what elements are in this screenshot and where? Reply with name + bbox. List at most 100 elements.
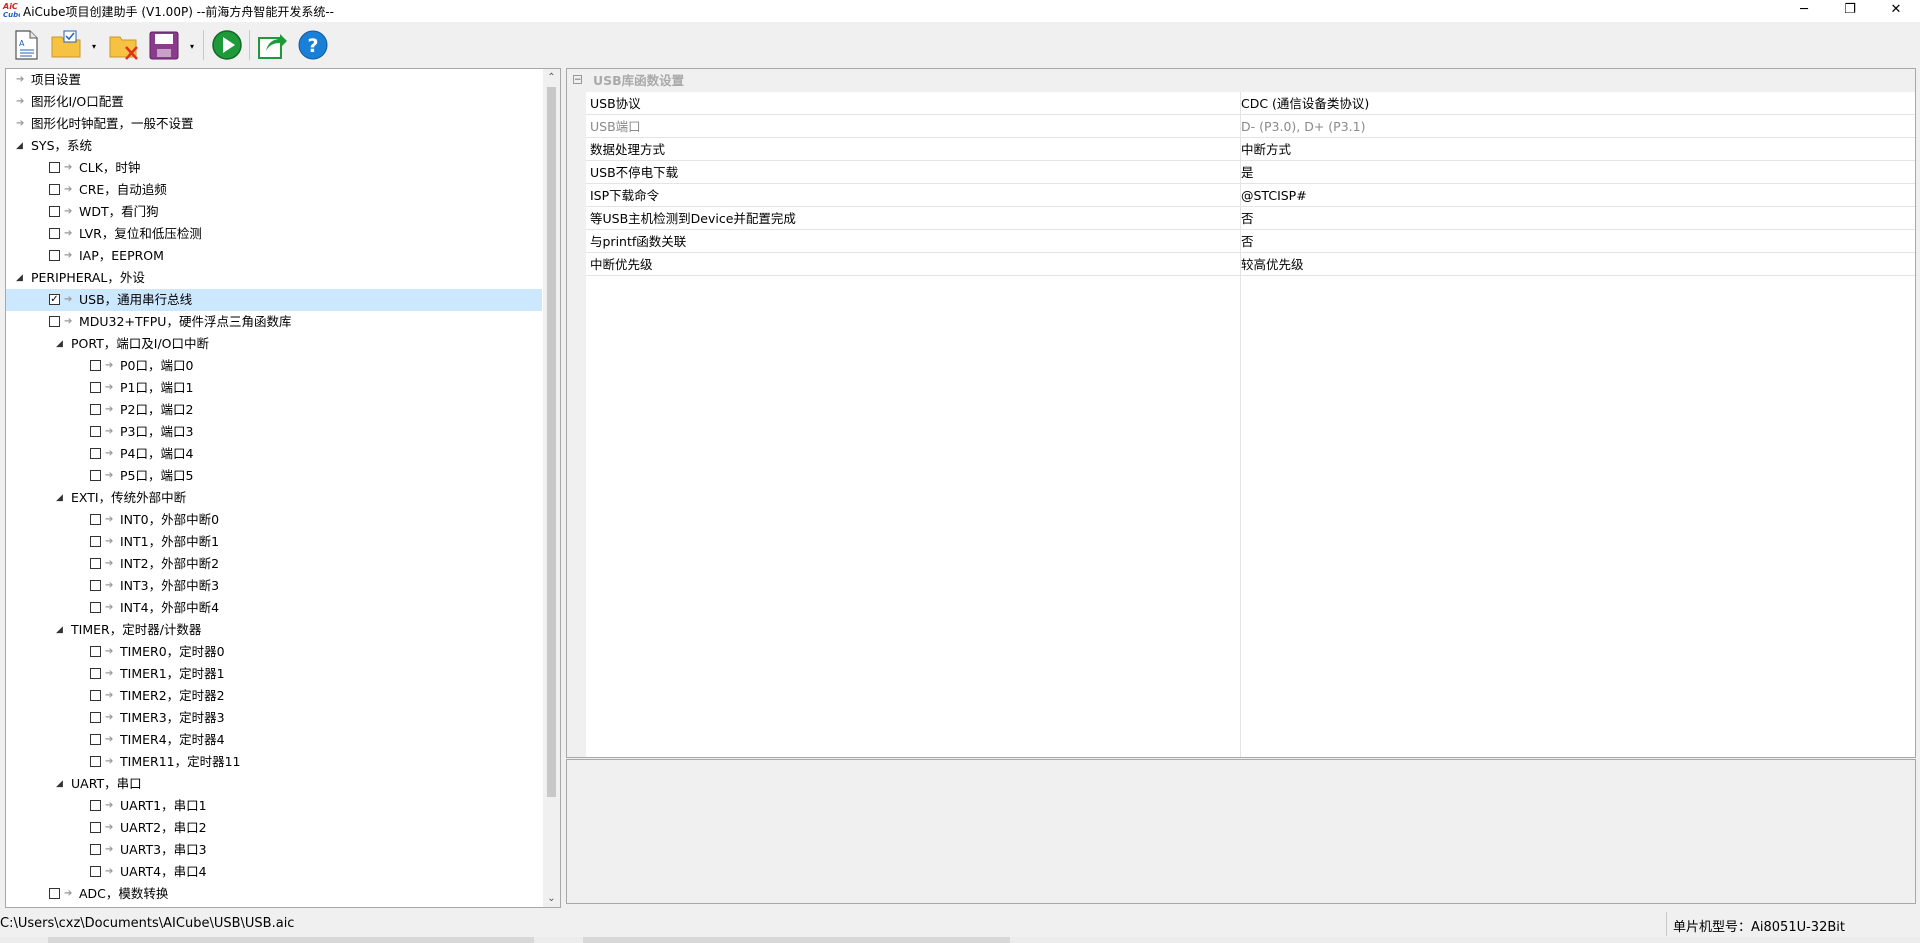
tree-item[interactable]: ➔ 项目设置 [6,69,542,91]
property-row[interactable]: USB不停电下载 是 [586,161,1915,184]
tree-item[interactable]: ➔ TIMER4，定时器4 [6,729,542,751]
save-button[interactable] [148,28,180,62]
tree-item[interactable]: ➔ 图形化时钟配置，一般不设置 [6,113,542,135]
tree-item-checkbox[interactable] [90,382,101,393]
tree-item[interactable]: ➔ ADC，模数转换 [6,883,542,905]
tree-item-checkbox[interactable] [49,228,60,239]
property-row[interactable]: USB协议 CDC (通信设备类协议) [586,92,1915,115]
tree-item-checkbox[interactable] [90,712,101,723]
property-row[interactable]: 数据处理方式 中断方式 [586,138,1915,161]
expand-toggle-icon[interactable]: ◢ [56,619,66,641]
help-button[interactable]: ? [297,28,329,62]
tree-item-checkbox[interactable] [49,888,60,899]
restore-button[interactable]: ❐ [1827,0,1873,22]
tree-item-checkbox[interactable] [90,514,101,525]
expand-toggle-icon[interactable]: ◢ [56,333,66,355]
tree-item[interactable]: ◢ PORT，端口及I/O口中断 [6,333,542,355]
tree-item[interactable]: ➔ INT1，外部中断1 [6,531,542,553]
tree-item-checkbox[interactable] [90,360,101,371]
tree-item[interactable]: ➔ CRE，自动追频 [6,179,542,201]
tree-item-checkbox[interactable] [49,206,60,217]
tree-item[interactable]: ◢ EXTI，传统外部中断 [6,487,542,509]
expand-toggle-icon[interactable]: ◢ [56,773,66,795]
tree-item[interactable]: ◢ TIMER，定时器/计数器 [6,619,542,641]
collapse-category-icon[interactable]: − [573,75,582,85]
tree-item[interactable]: ➔ P4口，端口4 [6,443,542,465]
tree-item-checkbox[interactable] [90,558,101,569]
component-tree[interactable]: ➔ 项目设置 ➔ 图形化I/O口配置 ➔ 图形化时钟配置，一般不设置 ◢ SYS，系统 ➔ CLK… [5,68,561,908]
scroll-up-icon[interactable]: ⌃ [543,69,560,86]
tree-item-checkbox[interactable] [49,162,60,173]
tree-item-checkbox[interactable]: ✓ [49,294,60,305]
tree-item-checkbox[interactable] [90,800,101,811]
tree-item[interactable]: ➔ INT2，外部中断2 [6,553,542,575]
property-category-header[interactable]: − USB库函数设置 [567,69,1915,92]
tree-item-checkbox[interactable] [90,646,101,657]
tree-item[interactable]: ➔ UART3，串口3 [6,839,542,861]
tree-item[interactable]: ➔ P1口，端口1 [6,377,542,399]
tree-item[interactable]: ➔ TIMER1，定时器1 [6,663,542,685]
tree-item[interactable]: ◢ SYS，系统 [6,135,542,157]
tree-item-checkbox[interactable] [90,844,101,855]
tree-item[interactable]: ➔ TIMER3，定时器3 [6,707,542,729]
tree-item[interactable]: ✓ ➔ USB，通用串行总线 [6,289,542,311]
tree-item-checkbox[interactable] [90,866,101,877]
tree-item[interactable]: ◢ UART，串口 [6,773,542,795]
tree-item[interactable]: ➔ WDT，看门狗 [6,201,542,223]
tree-item-checkbox[interactable] [90,404,101,415]
tree-item-checkbox[interactable] [90,756,101,767]
tree-item[interactable]: ➔ 图形化I/O口配置 [6,91,542,113]
property-value[interactable]: 否 [1241,230,1254,253]
tree-item[interactable]: ➔ P5口，端口5 [6,465,542,487]
tree-item[interactable]: ➔ TIMER11，定时器11 [6,751,542,773]
close-button[interactable]: ✕ [1873,0,1919,22]
scroll-down-icon[interactable]: ⌄ [543,890,560,907]
tree-item[interactable]: ➔ UART2，串口2 [6,817,542,839]
tree-item-checkbox[interactable] [90,448,101,459]
property-row[interactable]: 等USB主机检测到Device并配置完成 否 [586,207,1915,230]
tree-item-checkbox[interactable] [90,734,101,745]
property-row[interactable]: 与printf函数关联 否 [586,230,1915,253]
property-value[interactable]: CDC (通信设备类协议) [1241,92,1369,115]
tree-item[interactable]: ➔ CLK，时钟 [6,157,542,179]
tree-item-checkbox[interactable] [90,690,101,701]
tree-item[interactable]: ➔ UART4，串口4 [6,861,542,883]
tree-item[interactable]: ➔ INT3，外部中断3 [6,575,542,597]
tree-item[interactable]: ➔ TIMER2，定时器2 [6,685,542,707]
tree-item[interactable]: ➔ P0口，端口0 [6,355,542,377]
property-value[interactable]: @STCISP# [1241,184,1307,207]
property-value[interactable]: 否 [1241,207,1254,230]
property-column-divider[interactable] [1240,92,1241,757]
run-button[interactable] [211,28,243,62]
open-project-dropdown[interactable]: ▾ [89,42,99,52]
property-row[interactable]: 中断优先级 较高优先级 [586,253,1915,276]
tree-item[interactable]: ➔ UART1，串口1 [6,795,542,817]
close-project-button[interactable] [108,28,140,62]
expand-toggle-icon[interactable]: ◢ [16,267,26,289]
property-row[interactable]: ISP下载命令 @STCISP# [586,184,1915,207]
tree-item[interactable]: ➔ P3口，端口3 [6,421,542,443]
tree-item[interactable]: ➔ IAP，EEPROM [6,245,542,267]
property-value[interactable]: 是 [1241,161,1254,184]
tree-item-checkbox[interactable] [49,316,60,327]
tree-item-checkbox[interactable] [90,426,101,437]
expand-toggle-icon[interactable]: ◢ [16,135,26,157]
tree-vertical-scrollbar[interactable]: ⌃ ⌄ [543,69,560,907]
tree-item-checkbox[interactable] [49,184,60,195]
tree-item-checkbox[interactable] [90,536,101,547]
save-dropdown[interactable]: ▾ [187,42,197,52]
tree-item[interactable]: ➔ P2口，端口2 [6,399,542,421]
tree-item-checkbox[interactable] [90,580,101,591]
tree-item[interactable]: ➔ TIMER0，定时器0 [6,641,542,663]
tree-item[interactable]: ➔ MDU32+TFPU，硬件浮点三角函数库 [6,311,542,333]
new-document-button[interactable]: A [10,28,42,62]
open-project-button[interactable] [50,28,82,62]
expand-toggle-icon[interactable]: ◢ [56,487,66,509]
tree-item[interactable]: ➔ LVR，复位和低压检测 [6,223,542,245]
property-row[interactable]: USB端口 D- (P3.0), D+ (P3.1) [586,115,1915,138]
tree-item-checkbox[interactable] [90,602,101,613]
property-value[interactable]: 中断方式 [1241,138,1291,161]
tree-item[interactable]: ➔ INT0，外部中断0 [6,509,542,531]
export-button[interactable] [256,28,288,62]
tree-item-checkbox[interactable] [49,250,60,261]
